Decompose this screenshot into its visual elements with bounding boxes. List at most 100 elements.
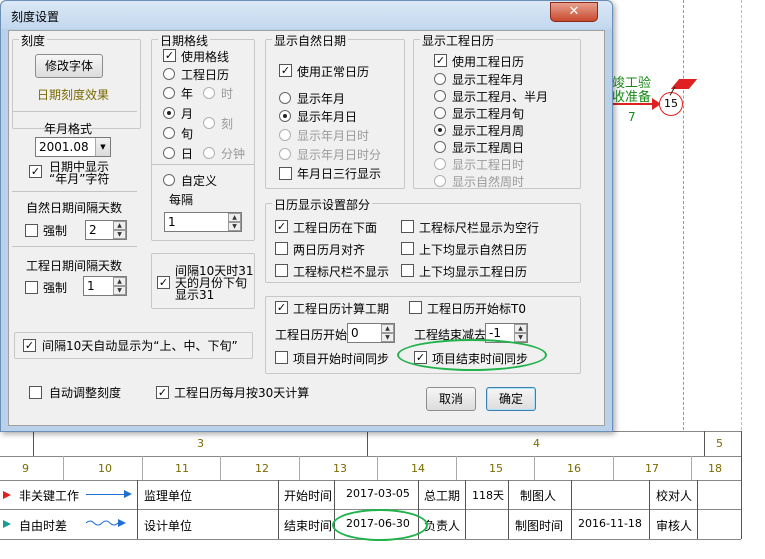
spin-up-icon[interactable]: ▲ [113,277,126,286]
node-circle[interactable]: 15 [659,92,683,116]
work-calendar-below-checkbox[interactable]: ✓ [275,220,288,233]
spin-up-icon[interactable]: ▲ [381,324,394,333]
group-title: 日历显示设置部分 [272,196,373,213]
use-gridline-label: 使用格线 [181,50,230,64]
radio-ten-day[interactable] [163,127,175,139]
project-start-sync-checkbox[interactable] [275,351,288,364]
radio-minute[interactable] [203,147,215,159]
blue-arrow-icon [124,490,132,498]
spin-up-icon[interactable]: ▲ [113,221,126,230]
radio-show-year-month[interactable] [279,92,291,104]
month-label: 3 [197,437,204,450]
natural-force-checkbox[interactable] [25,224,38,237]
radio-work-week-day[interactable] [434,141,446,153]
natural-force-label: 强制 [43,224,68,238]
radio-work-day-hour[interactable] [434,158,446,170]
close-button[interactable]: ✕ [550,2,598,22]
radio-work-month-ten[interactable] [434,107,446,119]
work-interval-label: 工程日期间隔天数 [26,259,123,273]
radio-year[interactable] [163,87,175,99]
radio-label: 显示工程月周 [452,124,525,138]
radio-month[interactable] [163,107,175,119]
radio-label: 工程日历 [181,68,230,82]
title-bar[interactable]: 刻度设置 ✕ [1,1,612,29]
use-work-calendar-label: 使用工程日历 [452,55,525,69]
auto-adjust-checkbox[interactable] [29,386,42,399]
spin-down-icon[interactable]: ▼ [113,286,126,295]
info-cell: 制图时间 [515,519,564,533]
year-month-format-label: 年月格式 [44,122,93,136]
spin-down-icon[interactable]: ▼ [113,230,126,239]
ok-button[interactable]: 确定 [486,387,536,411]
info-cell: 校对人 [656,489,693,503]
day-label: 15 [489,462,503,475]
use-work-calendar-checkbox[interactable]: ✓ [434,54,447,67]
radio-label: 显示工程月旬 [452,107,525,121]
spin-down-icon[interactable]: ▼ [228,222,241,231]
spin-down-icon[interactable]: ▼ [514,333,527,342]
radio-work-half-month[interactable] [434,90,446,102]
radio-work-calendar[interactable] [163,68,175,80]
chevron-down-icon[interactable]: ▼ [95,138,110,156]
calc-period-checkbox[interactable]: ✓ [275,301,288,314]
radio-natural-week-hour[interactable] [434,175,446,187]
show-year-month-checkbox[interactable]: ✓ [29,165,42,178]
radio-show-ymd[interactable] [279,110,291,122]
month-label: 5 [716,437,723,450]
radio-show-ymdh[interactable] [279,129,291,141]
change-font-button[interactable]: 修改字体 [35,54,103,78]
info-cell: 负责人 [424,519,461,533]
red-arrow-icon [3,491,11,499]
checkbox-label: 工程标尺栏显示为空行 [419,221,540,235]
activity-duration: 7 [628,110,636,124]
legend-label: 自由时差 [19,519,68,533]
legend-label: 非关键工作 [19,489,80,503]
three-line-label: 年月日三行显示 [297,167,382,181]
radio-day[interactable] [163,147,175,159]
radio-show-ymdhm[interactable] [279,148,291,160]
radio-label: 显示年月日时分 [297,148,382,162]
both-work-checkbox[interactable] [401,264,414,277]
ruler-empty-row-checkbox[interactable] [401,220,414,233]
day-label: 13 [333,462,347,475]
radio-label: 月 [181,107,194,121]
use-normal-calendar-checkbox[interactable]: ✓ [279,64,292,77]
month31-label: 间隔10天时31 天的月份下旬 显示31 [175,264,254,302]
radio-hour[interactable] [203,87,215,99]
interval-label: 每隔 [169,193,194,207]
day-label: 14 [411,462,425,475]
work-force-checkbox[interactable] [25,281,38,294]
day-label: 17 [645,462,659,475]
project-start-sync-label: 项目开始时间同步 [293,352,390,366]
spin-down-icon[interactable]: ▼ [381,333,394,342]
spin-up-icon[interactable]: ▲ [228,213,241,222]
month31-checkbox[interactable]: ✓ [157,276,170,289]
highlight-ellipse [397,339,547,371]
radio-label: 显示工程周日 [452,141,525,155]
radio-quarter[interactable] [203,117,215,129]
checkbox-label: 上下均显示工程日历 [419,265,528,279]
auto-adjust-label: 自动调整刻度 [49,386,122,400]
three-line-checkbox[interactable] [279,167,292,180]
ruler-hidden-checkbox[interactable] [275,264,288,277]
info-cell: 监理单位 [144,489,193,503]
radio-work-year-month[interactable] [434,73,446,85]
cancel-button[interactable]: 取消 [426,387,476,411]
dialog-body: 刻度 修改字体 日期刻度效果 年月格式 2001.08 ▼ ✓ 日期中显示 “年… [8,30,605,426]
radio-work-month-week[interactable] [434,124,446,136]
use-gridline-checkbox[interactable]: ✓ [163,49,176,62]
scale-group: 刻度 [12,32,141,129]
spin-up-icon[interactable]: ▲ [514,324,527,333]
group-title: 显示工程日历 [420,32,497,49]
auto-ten-day-checkbox[interactable]: ✓ [23,339,36,352]
checkbox-label: 上下均显示自然日历 [419,243,528,257]
both-natural-checkbox[interactable] [401,242,414,255]
align-month-checkbox[interactable] [275,242,288,255]
window-title: 刻度设置 [11,10,60,24]
month30-checkbox[interactable]: ✓ [156,386,169,399]
use-normal-calendar-label: 使用正常日历 [297,65,370,79]
info-cell: 制图人 [520,489,557,503]
radio-label: 显示自然周时 [452,175,525,189]
radio-custom[interactable] [163,174,175,186]
start-t0-checkbox[interactable] [409,301,422,314]
